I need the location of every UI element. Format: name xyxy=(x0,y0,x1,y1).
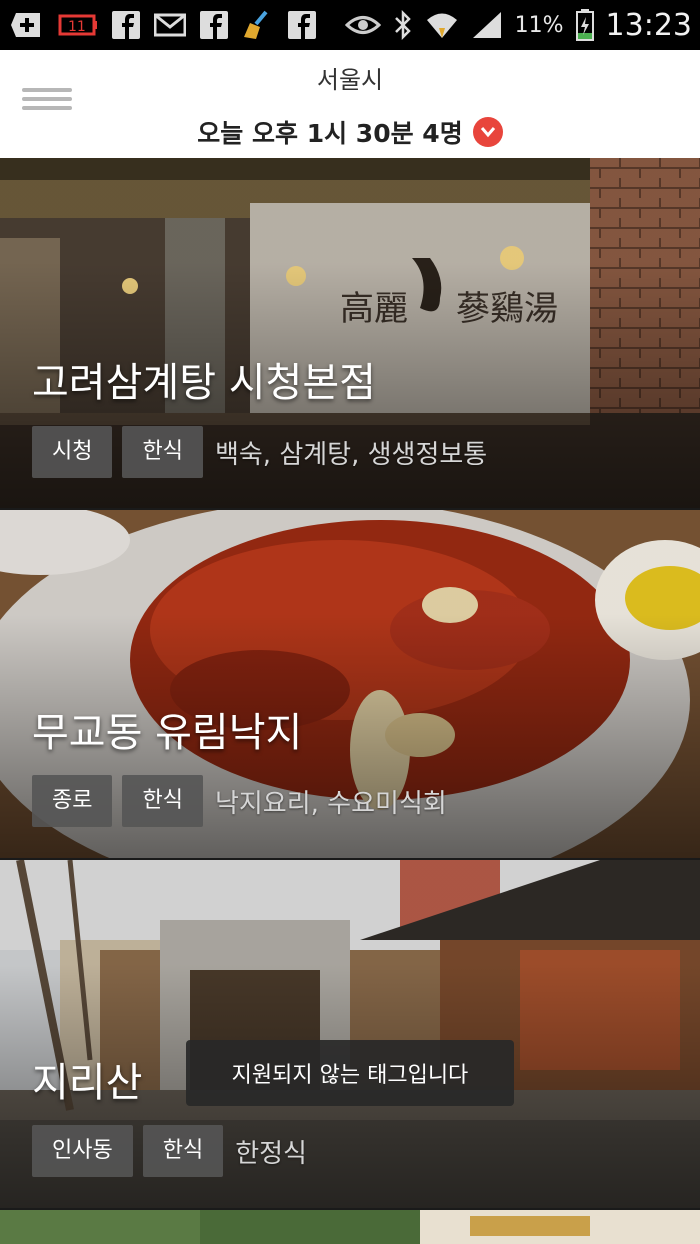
eye-icon xyxy=(344,12,381,38)
mail-icon xyxy=(154,13,186,37)
restaurant-card[interactable]: 지리산 인사동 한식 한정식 xyxy=(0,860,700,1208)
battery-percent: 11% xyxy=(514,12,564,38)
restaurant-card[interactable]: 高麗 蔘鷄湯 고려삼계탕 시청본점 시청 한식 백숙, 삼계탕, 생생정보통 xyxy=(0,158,700,508)
area-tag[interactable]: 종로 xyxy=(32,775,113,827)
area-tag[interactable]: 인사동 xyxy=(32,1125,133,1177)
battery-low-icon: 11 xyxy=(58,11,98,39)
broom-icon xyxy=(242,9,274,41)
reservation-selector[interactable]: 오늘 오후 1시 30분 4명 xyxy=(0,114,700,150)
category-tag[interactable]: 한식 xyxy=(122,426,203,478)
city-title[interactable]: 서울시 xyxy=(0,60,700,95)
plus-icon xyxy=(10,8,44,42)
category-tag[interactable]: 한식 xyxy=(142,1125,224,1177)
area-tag[interactable]: 시청 xyxy=(32,426,113,478)
menu-keywords: 한정식 xyxy=(235,1138,307,1169)
restaurant-name: 지리산 xyxy=(32,1060,143,1106)
app-header: 서울시 오늘 오후 1시 30분 4명 xyxy=(0,50,700,158)
toast-message: 지원되지 않는 태그입니다 xyxy=(186,1040,514,1106)
wifi-icon xyxy=(425,10,459,40)
status-bar: 11 11% 13:23 xyxy=(0,0,700,50)
menu-keywords: 백숙, 삼계탕, 생생정보통 xyxy=(214,439,488,470)
reservation-text: 오늘 오후 1시 30분 4명 xyxy=(197,119,463,148)
menu-keywords: 낙지요리, 수요미식회 xyxy=(214,788,447,819)
restaurant-name: 고려삼계탕 시청본점 xyxy=(32,360,376,406)
signal-icon xyxy=(471,10,503,40)
restaurant-card[interactable] xyxy=(0,1210,700,1244)
facebook-icon xyxy=(288,11,316,39)
battery-charging-icon xyxy=(575,9,594,41)
restaurant-card[interactable]: 무교동 유림낙지 종로 한식 낙지요리, 수요미식회 xyxy=(0,510,700,858)
facebook-icon xyxy=(112,11,140,39)
svg-text:11: 11 xyxy=(68,19,86,35)
bluetooth-icon xyxy=(393,10,413,40)
restaurant-photo xyxy=(0,1210,700,1244)
category-tag[interactable]: 한식 xyxy=(122,775,203,827)
clock: 13:23 xyxy=(605,7,692,43)
facebook-icon xyxy=(200,11,228,39)
chevron-down-icon[interactable] xyxy=(472,117,503,147)
restaurant-name: 무교동 유림낙지 xyxy=(32,710,303,756)
